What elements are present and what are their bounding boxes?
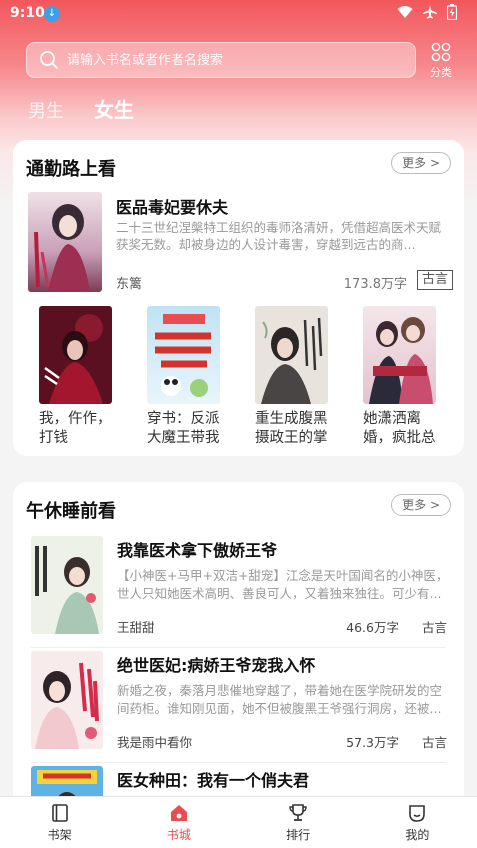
featured-description: 二十三世纪涅槃特工组织的毒师洛清妍，凭借超高医术天赋获奖无数。却被身边的人设计毒… (116, 220, 442, 252)
book-cover (31, 536, 103, 634)
book-cover (363, 306, 436, 404)
search-input[interactable] (67, 52, 387, 68)
book-genre-tag: 古言 (421, 620, 447, 635)
category-grid-icon (431, 42, 451, 62)
bottom-navigation: 书架 书城 排行 我的 (0, 796, 477, 848)
grid-book-title: 我，仵作，打钱 (39, 411, 112, 446)
trophy-icon (289, 804, 307, 821)
grid-book[interactable]: 我，仵作，打钱 (27, 306, 127, 448)
battery-icon (447, 4, 457, 20)
more-button[interactable]: 更多 > (391, 152, 451, 174)
book-grid: 我，仵作，打钱 穿书：反派大魔王带我兴... (13, 306, 464, 446)
featured-genre-tag: 古言 (416, 270, 453, 290)
book-cover (28, 192, 102, 292)
grid-book-title: 她潇洒离婚，疯批总裁悔... (363, 411, 436, 446)
search-icon (40, 51, 58, 69)
nav-bookstore[interactable]: 书城 (119, 797, 238, 848)
book-cover (31, 651, 103, 749)
book-description: 【小神医+马甲+双洁+甜宠】江念是天叶国闻名的小神医，世人只知她医术高明、善良可… (117, 568, 449, 601)
grid-book[interactable]: 她潇洒离婚，疯批总裁悔... (351, 306, 451, 448)
status-time: 9:10 (10, 5, 45, 21)
book-title: 我靠医术拿下傲娇王爷 (117, 541, 278, 560)
wifi-icon (397, 6, 413, 18)
nav-profile[interactable]: 我的 (358, 797, 477, 848)
list-book[interactable]: 我靠医术拿下傲娇王爷 【小神医+马甲+双洁+甜宠】江念是天叶国闻名的小神医，世人… (13, 532, 464, 646)
status-bar: 9:10 ↓ (0, 0, 477, 28)
book-word-count: 57.3万字 (346, 735, 399, 750)
tab-female[interactable]: 女生 (94, 94, 134, 123)
nav-label: 书城 (166, 828, 191, 842)
status-icons (397, 4, 457, 20)
grid-book-title: 重生成腹黑摄政王的掌中娇 (255, 411, 328, 446)
featured-author: 东篱 (116, 277, 143, 292)
section-commute: 通勤路上看 更多 > 医品毒妃要休夫 二十三世纪涅槃特工组织的毒师洛清妍，凭借超… (13, 140, 464, 456)
section-nap: 午休睡前看 更多 > 我靠医术拿下傲娇王爷 【小神医+马甲+双洁+甜宠】江念是天… (13, 482, 464, 812)
search-bar[interactable] (26, 42, 416, 78)
nav-label: 我的 (405, 828, 430, 842)
more-button[interactable]: 更多 > (391, 494, 451, 516)
bookstore-home-icon (170, 805, 187, 821)
download-arrow-icon: ↓ (44, 6, 60, 22)
nav-label: 排行 (286, 828, 311, 842)
section-title: 通勤路上看 (26, 159, 116, 180)
tab-male[interactable]: 男生 (28, 97, 64, 123)
book-title: 医女种田：我有一个俏夫君 (117, 771, 310, 790)
featured-word-count: 173.8万字 (343, 277, 407, 292)
profile-face-icon (409, 805, 426, 822)
category-button[interactable]: 分类 (424, 42, 458, 80)
book-author: 我是雨中看你 (117, 735, 193, 750)
airplane-mode-icon (423, 5, 437, 19)
book-title: 绝世医妃:病娇王爷宠我入怀 (117, 656, 316, 675)
nav-label: 书架 (47, 828, 72, 842)
book-word-count: 46.6万字 (346, 620, 399, 635)
gender-tabs: 男生 女生 (28, 94, 134, 123)
featured-book[interactable]: 医品毒妃要休夫 二十三世纪涅槃特工组织的毒师洛清妍，凭借超高医术天赋获奖无数。却… (28, 192, 453, 292)
nav-bookshelf[interactable]: 书架 (0, 797, 119, 848)
nav-ranking[interactable]: 排行 (239, 797, 358, 848)
featured-title: 医品毒妃要休夫 (116, 198, 229, 217)
grid-book[interactable]: 重生成腹黑摄政王的掌中娇 (243, 306, 343, 448)
bookshelf-icon (51, 804, 68, 822)
book-description: 新婚之夜，秦落月悲催地穿越了，带着她在医学院研发的空间药柜。谁知刚见面，她不但被… (117, 683, 443, 716)
section-title: 午休睡前看 (26, 501, 116, 522)
grid-book[interactable]: 穿书：反派大魔王带我兴... (135, 306, 235, 448)
book-cover (147, 306, 220, 404)
grid-book-title: 穿书：反派大魔王带我兴... (147, 411, 220, 446)
book-author: 王甜甜 (117, 620, 155, 635)
category-label: 分类 (430, 66, 452, 79)
book-cover (39, 306, 112, 404)
book-genre-tag: 古言 (421, 735, 447, 750)
book-cover (255, 306, 328, 404)
list-book[interactable]: 绝世医妃:病娇王爷宠我入怀 新婚之夜，秦落月悲催地穿越了，带着她在医学院研发的空… (13, 647, 464, 761)
